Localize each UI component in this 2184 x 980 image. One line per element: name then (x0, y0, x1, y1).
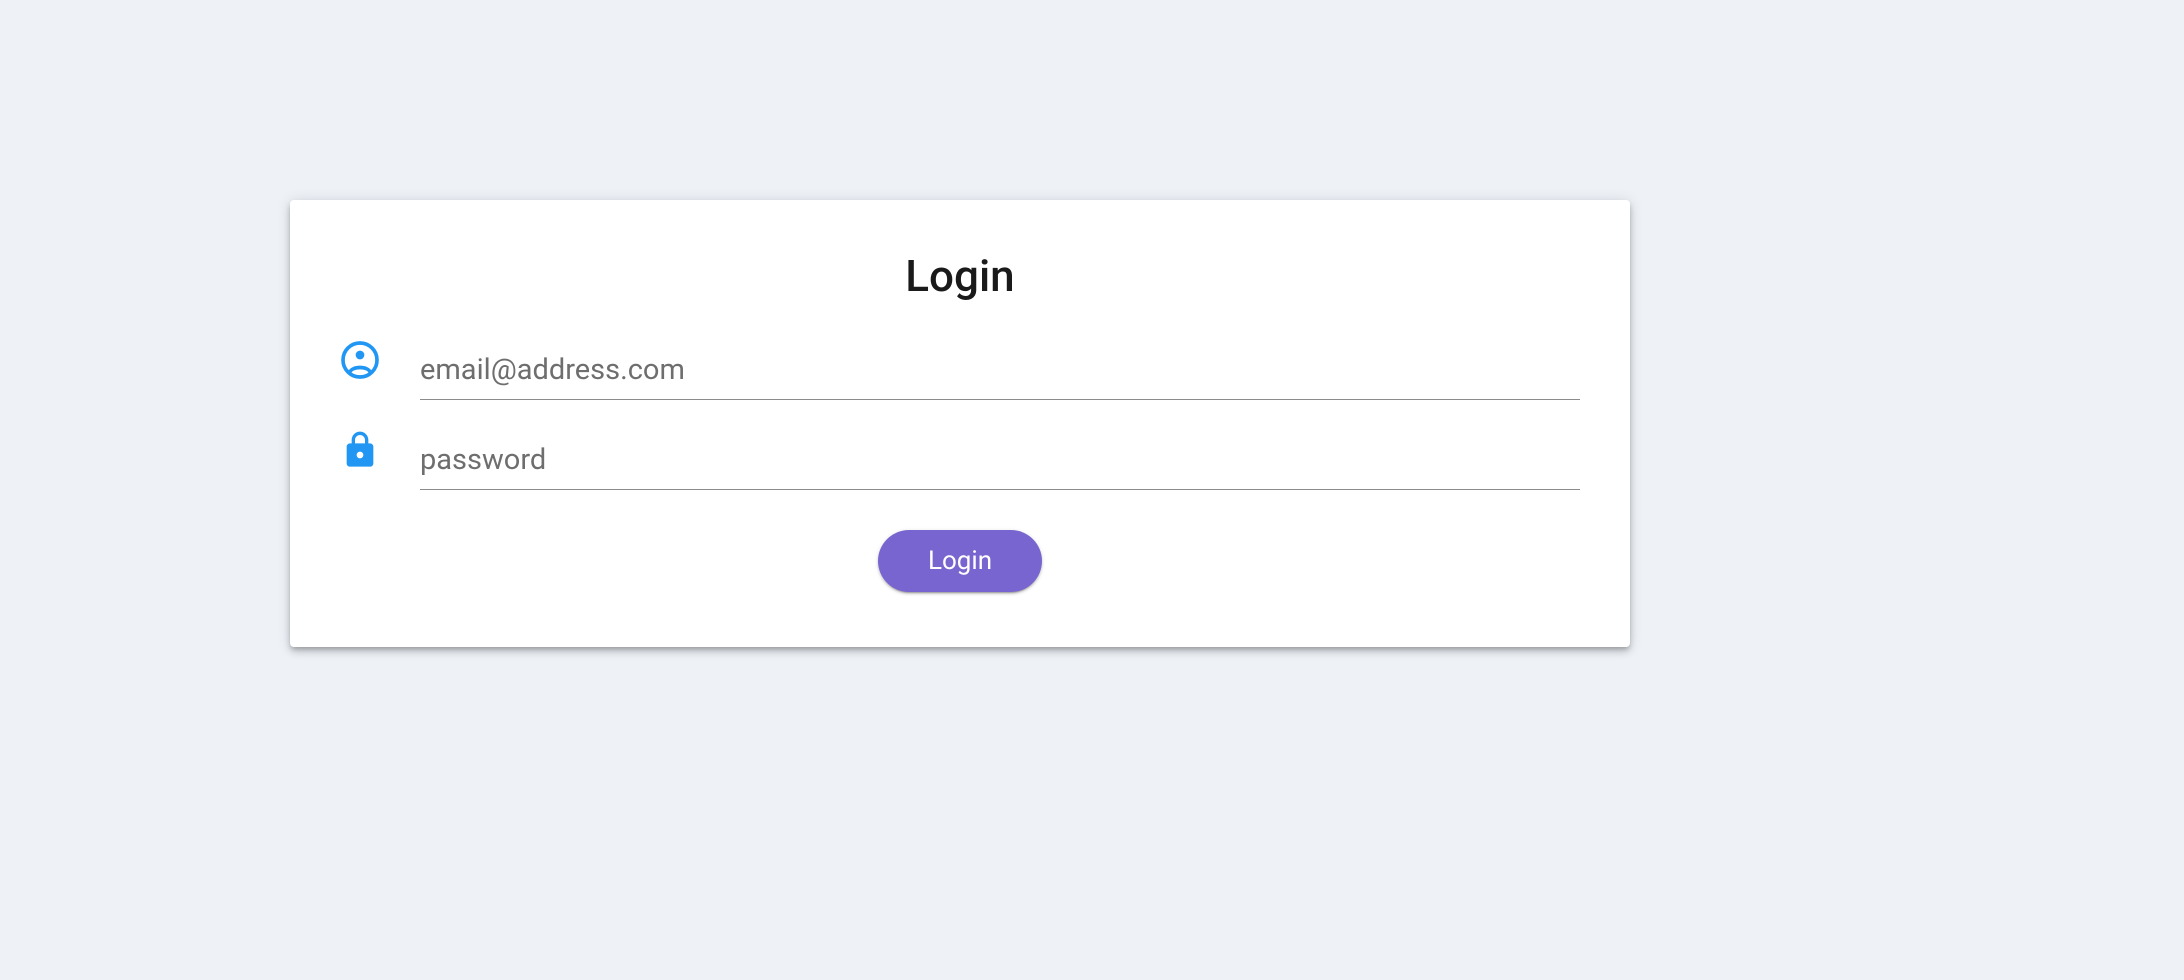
login-card: Login Login (290, 200, 1630, 647)
password-field-row (340, 430, 1580, 490)
email-input[interactable] (420, 345, 1580, 400)
email-field-wrapper (420, 345, 1580, 400)
user-circle-icon (340, 340, 380, 400)
password-field-wrapper (420, 435, 1580, 490)
password-input[interactable] (420, 435, 1580, 490)
login-button[interactable]: Login (878, 530, 1042, 592)
email-field-row (340, 340, 1580, 400)
login-title: Login (340, 250, 1580, 302)
lock-icon (340, 430, 380, 490)
button-row: Login (340, 530, 1580, 592)
